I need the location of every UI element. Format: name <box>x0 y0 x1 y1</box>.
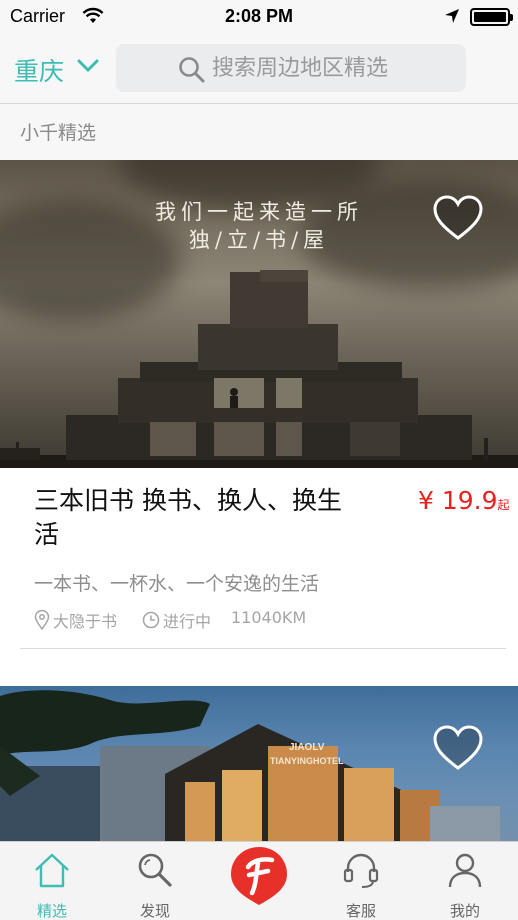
tab-customer-service[interactable]: 客服 <box>316 842 406 920</box>
tab-featured[interactable]: 精选 <box>7 842 97 920</box>
search-icon <box>138 853 172 887</box>
location-arrow-icon <box>444 8 460 28</box>
section-title: 小千精选 <box>20 122 97 144</box>
city-selector[interactable]: 重庆 <box>14 52 64 88</box>
search-bar[interactable] <box>116 44 466 92</box>
price-value: ¥ 19.9 <box>418 486 498 515</box>
tab-label: 发现 <box>139 902 170 920</box>
clock-icon <box>142 611 160 629</box>
chevron-down-icon[interactable] <box>76 58 100 78</box>
card-image[interactable]: 我们一起来造一所 独/立/书/屋 <box>0 160 518 468</box>
search-input[interactable] <box>212 44 462 92</box>
card-title[interactable]: 三本旧书 换书、换人、换生活 <box>34 484 364 552</box>
home-icon <box>35 853 69 888</box>
price-tag: ¥ 19.9起 <box>418 486 510 515</box>
status-label: 进行中 <box>163 612 212 631</box>
app-logo-button[interactable] <box>228 845 290 907</box>
headset-icon <box>343 853 379 888</box>
status-bar: Carrier 2:08 PM <box>0 0 518 34</box>
map-pin-icon <box>34 610 50 630</box>
status-meta: 进行中 <box>142 608 211 632</box>
price-suffix: 起 <box>497 498 510 512</box>
distance-label: 11040KM <box>231 608 307 627</box>
card-image[interactable]: JIAOLV TIANYINGHOTEL <box>0 686 518 846</box>
tab-label: 客服 <box>345 902 376 920</box>
favorite-button[interactable] <box>432 724 484 772</box>
location-meta: 大隐于书 <box>34 608 117 632</box>
clock: 2:08 PM <box>224 6 294 26</box>
hotel-sign-text: JIAOLV <box>289 742 325 753</box>
search-icon <box>178 56 206 88</box>
heart-icon <box>433 725 483 770</box>
tab-profile[interactable]: 我的 <box>420 842 510 920</box>
hotel-sign-text: TIANYINGHOTEL <box>270 756 344 766</box>
battery-icon <box>470 8 513 26</box>
top-header: 重庆 <box>0 34 518 104</box>
tab-label: 我的 <box>449 902 480 920</box>
card-divider <box>20 648 506 649</box>
app-logo-icon <box>231 847 287 905</box>
card-subtitle: 一本书、一杯水、一个安逸的生活 <box>34 573 320 595</box>
tab-label: 精选 <box>36 902 67 920</box>
heart-icon <box>433 195 483 240</box>
favorite-button[interactable] <box>432 194 484 242</box>
location-label: 大隐于书 <box>53 612 118 631</box>
user-icon <box>448 853 482 888</box>
tab-discover[interactable]: 发现 <box>110 842 200 920</box>
